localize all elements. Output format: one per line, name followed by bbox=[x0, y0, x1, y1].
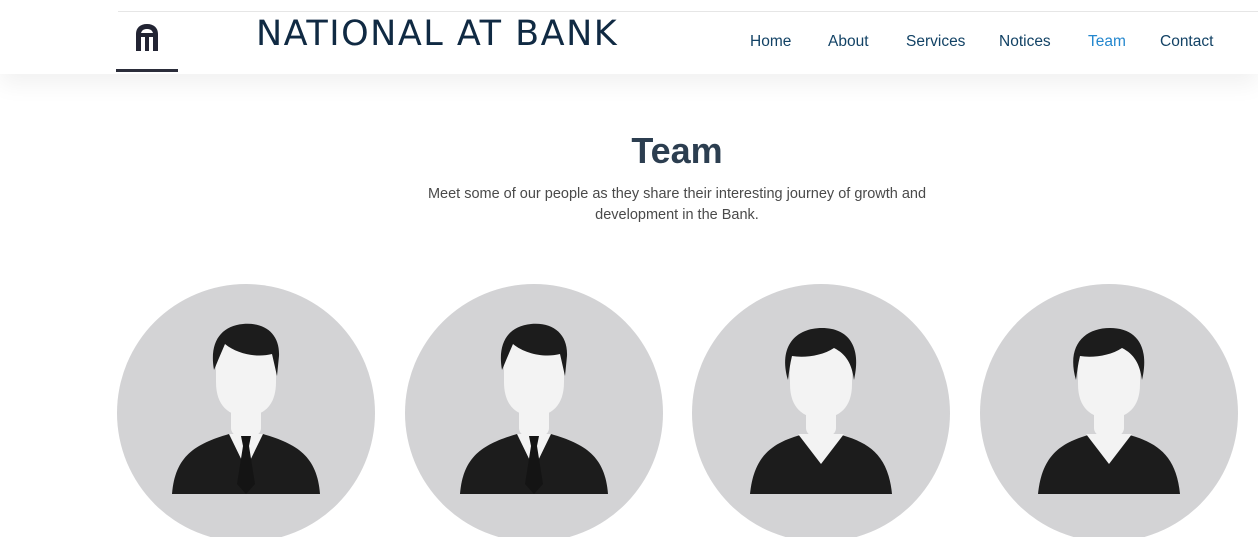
site-header: NATIONAL AT BANK Home About Services Not… bbox=[0, 0, 1258, 74]
nav-services[interactable]: Services bbox=[906, 33, 965, 51]
page: NATIONAL AT BANK Home About Services Not… bbox=[0, 0, 1258, 537]
female-avatar-icon bbox=[750, 328, 892, 494]
nav-team[interactable]: Team bbox=[1088, 33, 1126, 51]
subtitle-line-2: development in the Bank. bbox=[595, 207, 759, 223]
nav-home[interactable]: Home bbox=[750, 33, 791, 51]
logo-underline bbox=[116, 69, 178, 72]
male-avatar-icon bbox=[460, 323, 608, 494]
female-avatar-icon bbox=[1038, 328, 1180, 494]
main-nav: Home About Services Notices Team Contact bbox=[0, 33, 1258, 53]
nav-notices[interactable]: Notices bbox=[999, 33, 1051, 51]
male-avatar-icon bbox=[172, 323, 320, 494]
team-member-1[interactable] bbox=[117, 284, 375, 537]
nav-contact[interactable]: Contact bbox=[1160, 33, 1213, 51]
section-subtitle: Meet some of our people as they share th… bbox=[412, 184, 942, 226]
nav-about[interactable]: About bbox=[828, 33, 869, 51]
team-member-4[interactable] bbox=[980, 284, 1238, 537]
section-title: Team bbox=[631, 130, 723, 171]
subtitle-line-1: Meet some of our people as they share th… bbox=[427, 186, 927, 202]
team-member-3[interactable] bbox=[692, 284, 950, 537]
header-top-divider bbox=[118, 11, 1258, 12]
team-member-2[interactable] bbox=[405, 284, 663, 537]
